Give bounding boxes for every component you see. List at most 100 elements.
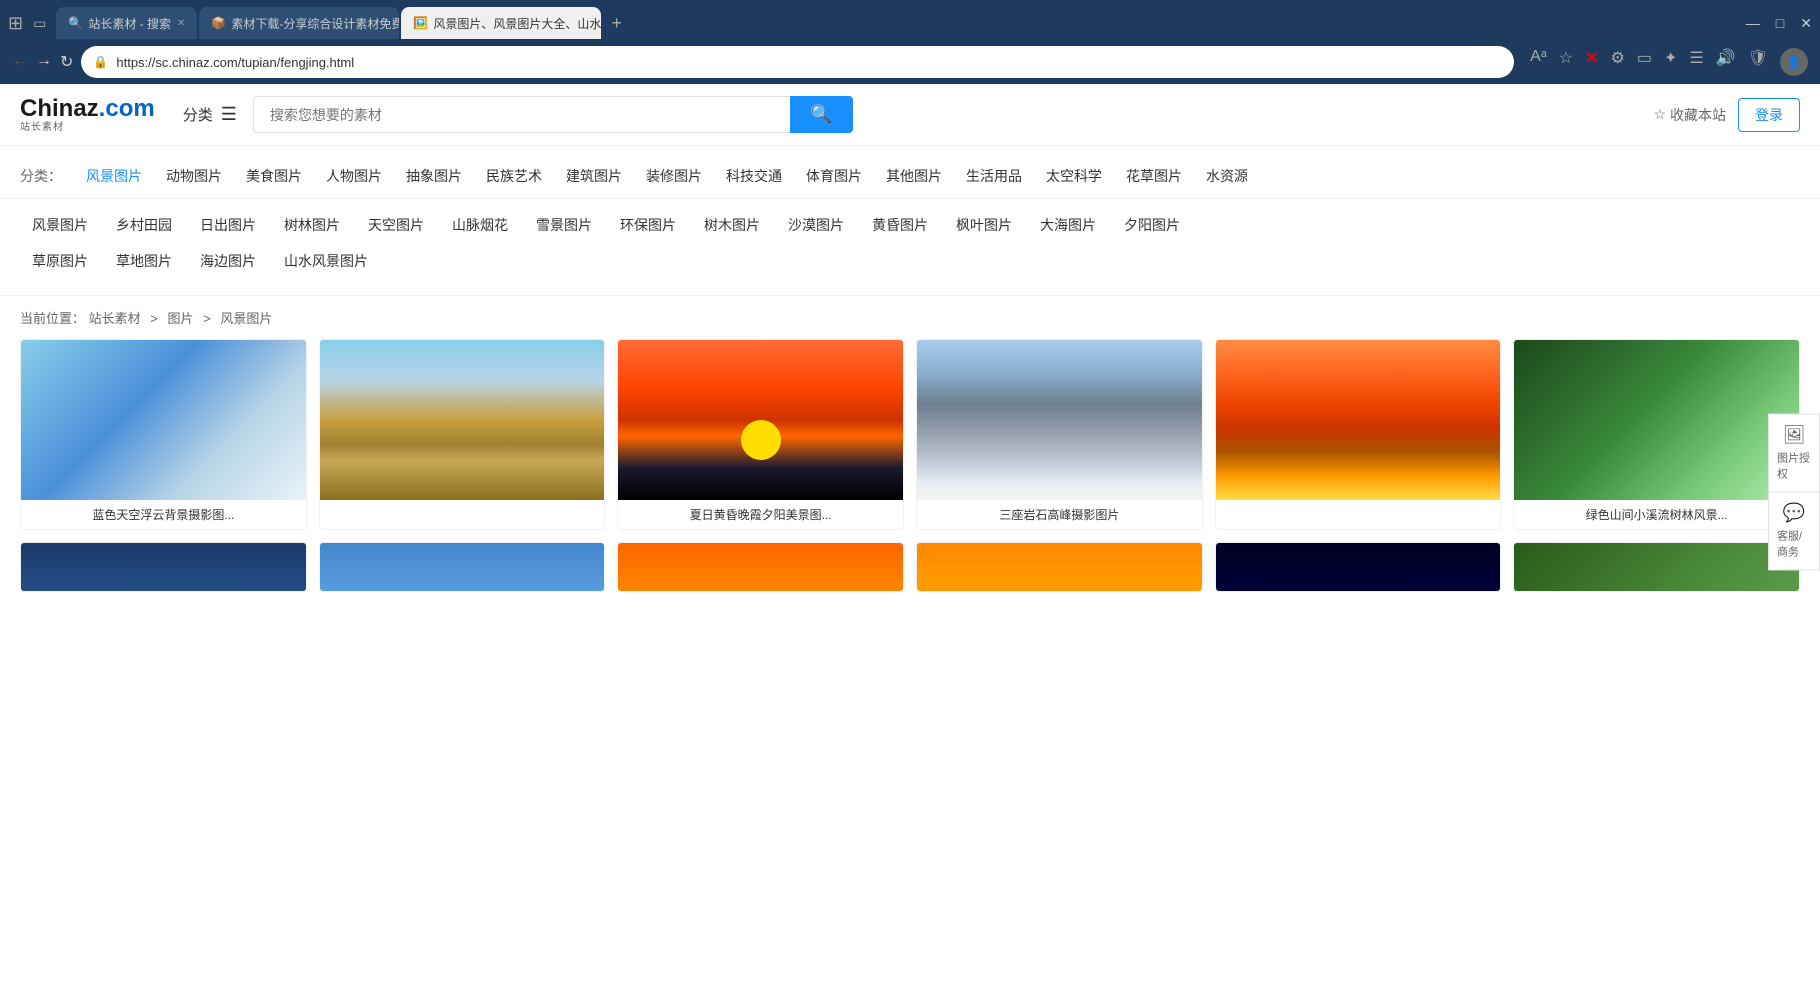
cat-keji[interactable]: 科技交通 [714,162,794,190]
logo-subtitle: 站长素材 [20,122,155,133]
sub-xiangcun[interactable]: 乡村田园 [104,211,184,239]
breadcrumb-current: 风景图片 [220,311,272,326]
favorites-icon[interactable]: ☆ [1559,48,1573,76]
sub-shanshui[interactable]: 山水风景图片 [272,247,380,275]
back-button[interactable]: ← [12,52,28,72]
tab-2-favicon: 📦 [211,16,225,30]
immersive-reader-icon[interactable]: 🔊 [1716,48,1736,76]
extensions-icon[interactable]: ⚙ [1611,48,1625,76]
sub-xuejing[interactable]: 雪景图片 [524,211,604,239]
classify-label[interactable]: 分类 [183,104,213,125]
cat-minzu[interactable]: 民族艺术 [474,162,554,190]
sub-fengye[interactable]: 枫叶图片 [944,211,1024,239]
sub-haibian[interactable]: 海边图片 [188,247,268,275]
image-card-8[interactable] [319,542,606,592]
site-logo[interactable]: Chinaz.com 站长素材 [20,96,155,133]
sub-dahai[interactable]: 大海图片 [1028,211,1108,239]
image-card-6[interactable]: 绿色山间小溪流树林风景... [1513,339,1800,530]
sub-xiyang[interactable]: 夕阳图片 [1112,211,1192,239]
forward-button[interactable]: → [36,52,52,72]
tab-1[interactable]: 🔍 站长素材 - 搜索 ✕ [56,7,197,39]
image-card-12[interactable] [1513,542,1800,592]
cat-chouxiang[interactable]: 抽象图片 [394,162,474,190]
address-text[interactable]: https://sc.chinaz.com/tupian/fengjing.ht… [116,55,1502,70]
shield-icon[interactable]: 🛡 [1748,48,1768,76]
login-button[interactable]: 登录 [1738,98,1800,132]
cat-jianzhu[interactable]: 建筑图片 [554,162,634,190]
sub-shulin[interactable]: 树林图片 [272,211,352,239]
x-icon[interactable]: ✕ [1585,48,1598,76]
image-caption-3: 夏日黄昏晚霞夕阳美景图... [618,500,903,529]
header-nav: 分类 ☰ [183,104,237,125]
browser-apps-icon[interactable]: ⊞ [8,13,23,34]
cat-qita[interactable]: 其他图片 [874,162,954,190]
hamburger-icon[interactable]: ☰ [221,104,237,125]
sub-tiankong[interactable]: 天空图片 [356,211,436,239]
sub-caoyuan[interactable]: 草原图片 [20,247,100,275]
image-thumb-2 [320,340,605,500]
new-tab-button[interactable]: + [603,9,630,38]
image-card-5[interactable] [1215,339,1502,530]
sub-richu[interactable]: 日出图片 [188,211,268,239]
sub-shumu[interactable]: 树木图片 [692,211,772,239]
image-card-4[interactable]: 三座岩石高峰摄影图片 [916,339,1203,530]
read-mode-icon[interactable]: Aᵃ [1530,48,1547,76]
cat-meishi[interactable]: 美食图片 [234,162,314,190]
cat-taikong[interactable]: 太空科学 [1034,162,1114,190]
image-grid: 蓝色天空浮云背景摄影图... 夏日黄昏晚霞夕阳美景图... 三座岩石高峰摄影图片 [0,339,1820,612]
customer-service-icon: 💬 [1783,503,1805,524]
sidebar-toggle-icon[interactable]: ▭ [33,15,46,32]
image-thumb-5 [1216,340,1501,500]
search-input[interactable] [253,96,791,133]
sub-caodi[interactable]: 草地图片 [104,247,184,275]
customer-service-label: 客服/商务 [1777,528,1811,560]
right-sidebar: 🖼 图片授权 💬 客服/商务 [1768,414,1820,571]
collections-icon[interactable]: ☰ [1689,48,1703,76]
cat-fengjing[interactable]: 风景图片 [74,162,154,190]
site-header: Chinaz.com 站长素材 分类 ☰ 🔍 ☆ 收藏本站 登录 [0,84,1820,146]
sub-shamo[interactable]: 沙漠图片 [776,211,856,239]
image-card-10[interactable] [916,542,1203,592]
sub-fengjing[interactable]: 风景图片 [20,211,100,239]
cat-tiyu[interactable]: 体育图片 [794,162,874,190]
image-license-label: 图片授权 [1777,450,1811,482]
favorites-star-icon[interactable]: ✦ [1664,48,1677,76]
cat-shenghuo[interactable]: 生活用品 [954,162,1034,190]
search-form: 🔍 [253,96,853,133]
image-thumb-1 [21,340,306,500]
sub-shanmai[interactable]: 山脉烟花 [440,211,520,239]
image-card-3[interactable]: 夏日黄昏晚霞夕阳美景图... [617,339,904,530]
tab-1-close[interactable]: ✕ [177,18,185,29]
image-thumb-8 [320,543,605,592]
search-button[interactable]: 🔍 [790,96,852,133]
sub-huanbao[interactable]: 环保图片 [608,211,688,239]
cat-dongwu[interactable]: 动物图片 [154,162,234,190]
bookmark-button[interactable]: ☆ 收藏本站 [1653,105,1726,125]
image-thumb-3 [618,340,903,500]
close-button[interactable]: ✕ [1800,15,1812,32]
customer-service-button[interactable]: 💬 客服/商务 [1768,492,1820,571]
tab-3[interactable]: 🖼️ 风景图片、风景图片大全、山水... ✕ [401,7,601,39]
minimize-button[interactable]: — [1746,15,1760,32]
image-card-7[interactable] [20,542,307,592]
cat-zhuangxiu[interactable]: 装修图片 [634,162,714,190]
image-card-2[interactable] [319,339,606,530]
sub-huanghun[interactable]: 黄昏图片 [860,211,940,239]
image-card-9[interactable] [617,542,904,592]
maximize-button[interactable]: □ [1776,15,1784,32]
reload-button[interactable]: ↻ [60,52,73,72]
image-card-1[interactable]: 蓝色天空浮云背景摄影图... [20,339,307,530]
tab-2[interactable]: 📦 素材下载-分享综合设计素材免费... ✕ [199,7,399,39]
profile-icon[interactable]: 👤 [1780,48,1808,76]
image-license-button[interactable]: 🖼 图片授权 [1768,414,1820,492]
split-view-icon[interactable]: ▭ [1637,48,1652,76]
image-thumb-9 [618,543,903,592]
tab-1-label: 站长素材 - 搜索 [88,15,171,32]
image-card-11[interactable] [1215,542,1502,592]
breadcrumb-sep-1: > [150,311,161,326]
breadcrumb-pics[interactable]: 图片 [168,311,194,326]
cat-huacao[interactable]: 花草图片 [1114,162,1194,190]
cat-renwen[interactable]: 人物图片 [314,162,394,190]
cat-shuiziyuan[interactable]: 水资源 [1194,162,1260,190]
breadcrumb-home[interactable]: 站长素材 [89,311,141,326]
